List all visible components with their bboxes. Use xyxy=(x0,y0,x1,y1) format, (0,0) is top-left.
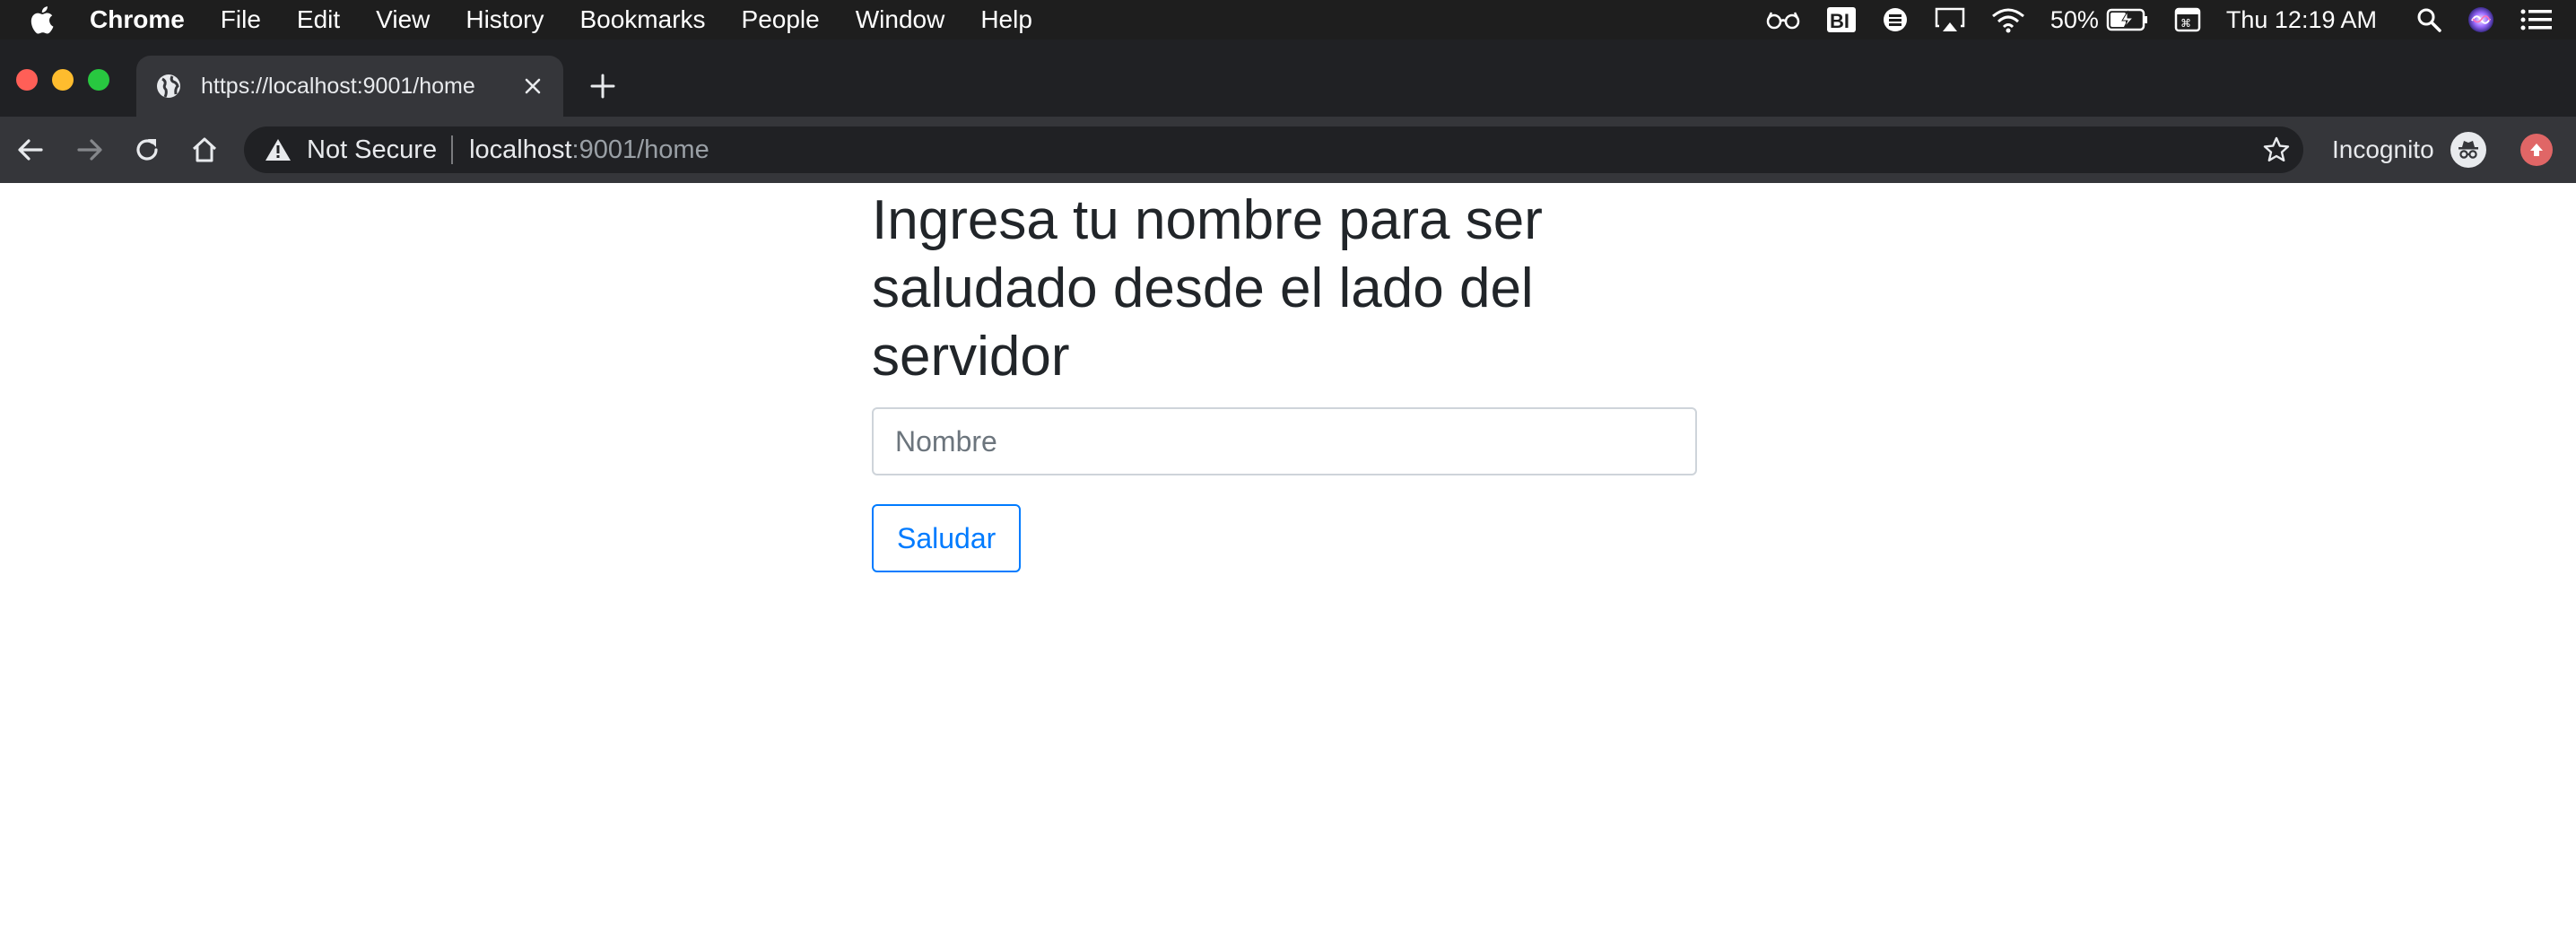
url-host: localhost xyxy=(469,135,572,164)
form-container: Ingresa tu nombre para ser saludado desd… xyxy=(872,183,1697,572)
siri-icon[interactable] xyxy=(2467,5,2495,34)
menu-window[interactable]: Window xyxy=(838,5,963,34)
display-icon[interactable]: ⌘ xyxy=(2174,7,2201,32)
menu-bookmarks[interactable]: Bookmarks xyxy=(561,5,723,34)
greet-button[interactable]: Saludar xyxy=(872,504,1022,572)
menu-edit[interactable]: Edit xyxy=(279,5,358,34)
wifi-icon[interactable] xyxy=(1991,6,2025,33)
warning-triangle-icon[interactable] xyxy=(262,134,294,166)
incognito-icon xyxy=(2450,132,2486,168)
url-path: :9001/home xyxy=(571,135,709,164)
bi-icon[interactable]: BI xyxy=(1826,6,1857,33)
menu-people[interactable]: People xyxy=(724,5,838,34)
menu-file[interactable]: File xyxy=(203,5,279,34)
svg-text:⌘: ⌘ xyxy=(2180,17,2191,30)
window-close-button[interactable] xyxy=(16,69,38,91)
address-bar[interactable]: Not Secure localhost:9001/home xyxy=(244,126,2303,173)
menubar-clock[interactable]: Thu 12:19 AM xyxy=(2226,6,2377,34)
bookmark-star-icon[interactable] xyxy=(2258,132,2294,168)
macos-menu-bar: Chrome File Edit View History Bookmarks … xyxy=(0,0,2576,39)
window-maximize-button[interactable] xyxy=(88,69,109,91)
forward-arrow-icon[interactable] xyxy=(66,126,113,173)
update-arrow-icon[interactable] xyxy=(2520,134,2553,166)
menu-app-name[interactable]: Chrome xyxy=(83,5,203,34)
page-heading: Ingresa tu nombre para ser saludado desd… xyxy=(872,189,1543,388)
security-status-label[interactable]: Not Secure xyxy=(307,135,437,165)
glasses-icon[interactable] xyxy=(1765,9,1801,31)
notification-center-icon[interactable] xyxy=(2520,7,2553,32)
svg-text:BI: BI xyxy=(1830,10,1849,32)
airplay-icon[interactable] xyxy=(1934,6,1966,33)
battery-percentage: 50% xyxy=(2049,5,2099,33)
close-tab-icon[interactable] xyxy=(515,68,551,104)
home-icon[interactable] xyxy=(181,126,228,173)
menu-help[interactable]: Help xyxy=(962,5,1050,34)
incognito-profile-button[interactable]: Incognito xyxy=(2332,126,2486,173)
tab-strip: https://localhost:9001/home xyxy=(0,39,2576,117)
address-divider xyxy=(451,135,454,164)
browser-toolbar: Not Secure localhost:9001/home Incognito xyxy=(0,117,2576,183)
window-minimize-button[interactable] xyxy=(52,69,74,91)
search-icon[interactable] xyxy=(2416,7,2441,32)
tab-title: https://localhost:9001/home xyxy=(201,73,475,99)
incognito-label: Incognito xyxy=(2332,135,2434,163)
reload-icon[interactable] xyxy=(124,126,170,173)
apple-icon[interactable] xyxy=(0,5,83,34)
new-tab-icon[interactable] xyxy=(583,66,622,106)
name-input[interactable] xyxy=(872,407,1697,475)
menu-history[interactable]: History xyxy=(448,5,561,34)
keyboard-layout-icon[interactable] xyxy=(1882,6,1909,33)
globe-icon xyxy=(154,72,183,100)
back-arrow-icon[interactable] xyxy=(7,126,54,173)
menu-view[interactable]: View xyxy=(358,5,448,34)
battery-charging-icon[interactable] xyxy=(2106,8,2149,31)
browser-tab-active[interactable]: https://localhost:9001/home xyxy=(136,56,563,117)
page-content: Ingresa tu nombre para ser saludado desd… xyxy=(0,183,2576,933)
